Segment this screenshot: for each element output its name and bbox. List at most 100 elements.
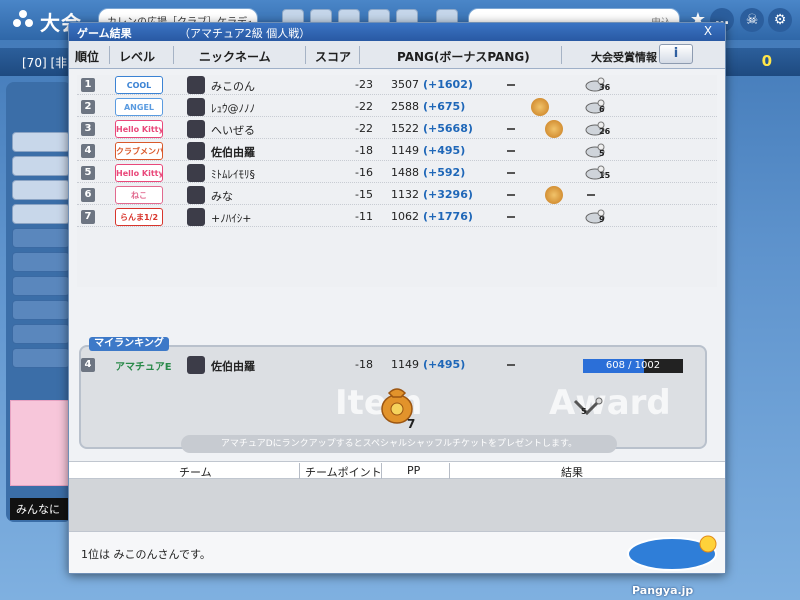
item-icon bbox=[531, 98, 549, 116]
nickname: ﾚｭｳ@ﾉﾉﾉ bbox=[211, 102, 255, 115]
item-icon bbox=[545, 120, 563, 138]
game-result-dialog: ゲーム結果 （アマチュア2級 個人戦） X 順位 レベル ニックネーム スコア … bbox=[68, 22, 726, 574]
team-results-area bbox=[69, 479, 725, 531]
player-slot[interactable] bbox=[12, 132, 70, 152]
results-table: 1 COOL みこのん -23 3507 (+1602) 36 2 ANGEL ﾚｭｳ@ﾉﾉﾉ -2… bbox=[77, 75, 717, 287]
empty-slot[interactable] bbox=[12, 348, 70, 368]
player-slot[interactable] bbox=[12, 204, 70, 224]
award-count: 5 bbox=[599, 149, 605, 158]
header-divider bbox=[305, 46, 306, 64]
close-button[interactable]: X bbox=[701, 24, 715, 38]
level-badge: COOL bbox=[115, 76, 163, 94]
score: -15 bbox=[355, 188, 373, 201]
my-ranking-tab: マイランキング bbox=[89, 337, 169, 351]
header-divider bbox=[381, 463, 382, 479]
level-badge: Hello Kitty bbox=[115, 120, 163, 138]
player-slot[interactable] bbox=[12, 156, 70, 176]
bonus-pang: (+1602) bbox=[423, 78, 473, 91]
table-row: 4 クラブメンバー募集中 佐伯由羅 -18 1149 (+495) 5 bbox=[77, 141, 717, 161]
skull-icon[interactable]: ☠ bbox=[740, 8, 764, 32]
award-count: 36 bbox=[599, 83, 611, 92]
header-level: レベル bbox=[119, 50, 156, 64]
header-score: スコア bbox=[315, 50, 352, 64]
rank-badge: 2 bbox=[81, 100, 95, 114]
rank-badge: 4 bbox=[81, 358, 95, 372]
score: -11 bbox=[355, 210, 373, 223]
avatar bbox=[187, 98, 205, 116]
pangya-logo bbox=[627, 535, 717, 571]
score: -22 bbox=[355, 122, 373, 135]
empty-slot[interactable] bbox=[12, 252, 70, 272]
bonus-pang: (+592) bbox=[423, 166, 466, 179]
dash-icon bbox=[507, 194, 515, 196]
character-preview bbox=[10, 400, 72, 486]
dialog-titlebar: ゲーム結果 （アマチュア2級 個人戦） X bbox=[69, 23, 725, 41]
rank-badge: 3 bbox=[81, 122, 95, 136]
header-divider bbox=[359, 46, 360, 64]
bonus-pang: (+675) bbox=[423, 100, 466, 113]
score: -23 bbox=[355, 78, 373, 91]
item-icon bbox=[545, 186, 563, 204]
avatar bbox=[187, 120, 205, 138]
player-slot[interactable] bbox=[12, 180, 70, 200]
bonus-pang: (+3296) bbox=[423, 188, 473, 201]
rankup-notice: アマチュアDにランクアップするとスペシャルシャッフルチケットをプレゼントします。 bbox=[181, 435, 617, 453]
my-score: -18 bbox=[355, 358, 373, 371]
pang: 3507 bbox=[391, 78, 419, 91]
award-count: 9 bbox=[599, 215, 605, 224]
rank-badge: 6 bbox=[81, 188, 95, 202]
dash-icon bbox=[507, 150, 515, 152]
my-pang: 1149 bbox=[391, 358, 419, 371]
room-label: [70] [非2 bbox=[22, 56, 75, 70]
award-watermark: Award bbox=[549, 383, 671, 423]
avatar bbox=[187, 76, 205, 94]
chat-target-select[interactable]: みんなに bbox=[10, 498, 72, 520]
avatar bbox=[187, 186, 205, 204]
dash-icon bbox=[587, 194, 595, 196]
empty-slot[interactable] bbox=[12, 300, 70, 320]
bonus-pang: (+1776) bbox=[423, 210, 473, 223]
empty-slot[interactable] bbox=[12, 228, 70, 248]
room-count: 0 bbox=[761, 52, 772, 70]
dash-icon bbox=[507, 172, 515, 174]
score: -16 bbox=[355, 166, 373, 179]
level-badge: クラブメンバー募集中 bbox=[115, 142, 163, 160]
results-header: 順位 レベル ニックネーム スコア PANG(ボーナスPANG) 大会受賞情報 … bbox=[69, 41, 725, 69]
nickname: ﾐﾄﾑﾚｲﾓﾘ§ bbox=[211, 168, 255, 181]
pang: 2588 bbox=[391, 100, 419, 113]
table-row: 1 COOL みこのん -23 3507 (+1602) 36 bbox=[77, 75, 717, 95]
dash-icon bbox=[507, 364, 515, 366]
award-info-button[interactable]: i bbox=[659, 44, 693, 64]
nickname: みな bbox=[211, 190, 233, 203]
brand-text: Pangya.jp bbox=[632, 584, 694, 597]
dash-icon bbox=[507, 128, 515, 130]
avatar bbox=[187, 208, 205, 226]
nickname: +ﾉﾊｲｼ+ bbox=[211, 212, 252, 225]
nickname: みこのん bbox=[211, 80, 255, 93]
dash-icon bbox=[507, 84, 515, 86]
pang: 1062 bbox=[391, 210, 419, 223]
header-award-info: 大会受賞情報 bbox=[591, 51, 657, 64]
level-badge: ANGEL bbox=[115, 98, 163, 116]
bonus-pang: (+495) bbox=[423, 144, 466, 157]
header-rank: 順位 bbox=[75, 50, 100, 64]
table-row: 3 Hello Kitty へいぜる -22 1522 (+5668) 26 bbox=[77, 119, 717, 139]
team-header: チーム チームポイント PP 結果 bbox=[69, 461, 725, 479]
my-level: アマチュアE bbox=[115, 362, 172, 373]
pang: 1132 bbox=[391, 188, 419, 201]
header-team: チーム bbox=[179, 466, 212, 479]
rank-badge: 5 bbox=[81, 166, 95, 180]
avatar bbox=[187, 164, 205, 182]
gear-icon[interactable]: ⚙ bbox=[768, 8, 792, 32]
rank-badge: 7 bbox=[81, 210, 95, 224]
header-divider bbox=[449, 463, 450, 479]
table-row: 5 Hello Kitty ﾐﾄﾑﾚｲﾓﾘ§ -16 1488 (+592) 15 bbox=[77, 163, 717, 183]
header-team-point: チームポイント bbox=[305, 466, 382, 479]
empty-slot[interactable] bbox=[12, 276, 70, 296]
header-result: 結果 bbox=[561, 466, 583, 479]
winner-message: 1位は みこのんさんです。 bbox=[81, 548, 211, 561]
my-nickname: 佐伯由羅 bbox=[211, 360, 255, 373]
pang: 1488 bbox=[391, 166, 419, 179]
empty-slot[interactable] bbox=[12, 324, 70, 344]
dialog-title: ゲーム結果 bbox=[77, 27, 132, 40]
